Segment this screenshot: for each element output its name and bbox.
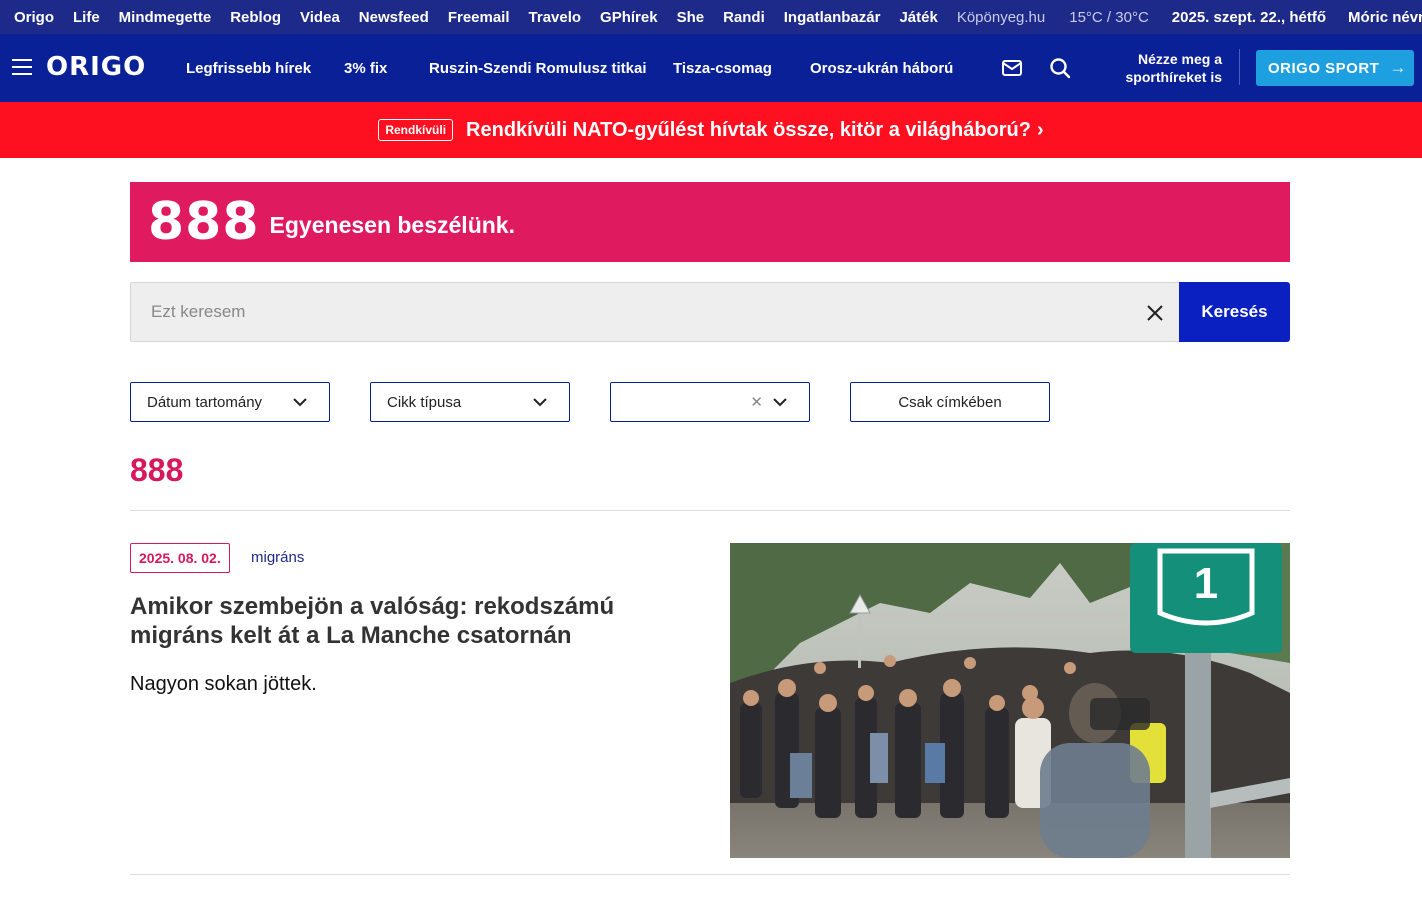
clear-icon[interactable]: ✕ <box>750 393 763 411</box>
article-date: 2025. 08. 02. <box>130 543 230 573</box>
main-header: ORIGO Legfrissebb hírek 3% fix Ruszin-Sz… <box>0 34 1422 102</box>
network-link-videa[interactable]: Videa <box>300 9 340 26</box>
network-link-randi[interactable]: Randi <box>723 9 765 26</box>
chevron-down-icon <box>293 398 307 407</box>
network-link-travelo[interactable]: Travelo <box>529 9 582 26</box>
article-category-link[interactable]: migráns <box>251 549 304 566</box>
network-link-life[interactable]: Life <box>73 9 100 26</box>
article-title[interactable]: Amikor szembejön a valóság: rekodszámú m… <box>130 592 690 650</box>
nav-item-latest[interactable]: Legfrissebb hírek <box>186 60 311 77</box>
sport-cta-text: Nézze meg a sporthíreket is <box>1125 51 1222 85</box>
network-link-koponyeg[interactable]: Köpönyeg.hu <box>957 9 1045 26</box>
network-link-ingatlanbazar[interactable]: Ingatlanbazár <box>784 9 881 26</box>
road-sign-number: 1 <box>1194 559 1218 608</box>
search-box <box>130 282 1180 342</box>
banner-slogan: Egyenesen beszélünk. <box>269 211 515 238</box>
site-logo[interactable]: ORIGO <box>46 52 146 82</box>
search-button[interactable]: Keresés <box>1179 282 1290 342</box>
network-bar: Origo Life Mindmegette Reblog Videa News… <box>0 0 1422 34</box>
tags-only-label: Csak címkében <box>898 393 1002 411</box>
breaking-tag: Rendkívüli <box>378 119 454 141</box>
nav-item-tisza-csomag[interactable]: Tisza-csomag <box>673 60 772 77</box>
network-link-newsfeed[interactable]: Newsfeed <box>359 9 429 26</box>
network-link-gphirek[interactable]: GPhírek <box>600 9 658 26</box>
nav-item-ruszin-szendi[interactable]: Ruszin-Szendi Romulusz titkai <box>429 60 647 77</box>
origo-sport-button[interactable]: ORIGO SPORT → <box>1256 50 1414 86</box>
network-link-origo[interactable]: Origo <box>14 9 54 26</box>
article-type-label: Cikk típusa <box>387 393 462 411</box>
breaking-news-bar[interactable]: Rendkívüli Rendkívüli NATO-gyűlést hívta… <box>0 102 1422 158</box>
divider <box>130 510 1290 511</box>
network-link-freemail[interactable]: Freemail <box>448 9 510 26</box>
network-link-she[interactable]: She <box>677 9 705 26</box>
chevron-right-icon: › <box>1036 118 1044 141</box>
brand-888-logo: 888 <box>148 192 260 252</box>
chevron-down-icon <box>533 398 547 407</box>
nav-item-russia-ukraine-war[interactable]: Orosz-ukrán háború <box>810 60 953 77</box>
date-range-select[interactable]: Dátum tartomány <box>130 382 330 422</box>
menu-icon[interactable] <box>12 59 32 75</box>
third-filter-select[interactable]: ✕ <box>610 382 810 422</box>
chevron-down-icon <box>773 398 787 407</box>
section-title: 888 <box>130 452 184 488</box>
article-type-select[interactable]: Cikk típusa <box>370 382 570 422</box>
search-input[interactable] <box>151 283 1131 341</box>
date-range-label: Dátum tartomány <box>147 393 263 411</box>
nameday: Móric névnapja <box>1348 8 1422 26</box>
article-image[interactable]: 1 <box>730 543 1290 858</box>
network-link-reblog[interactable]: Reblog <box>230 9 281 26</box>
divider <box>1239 49 1240 85</box>
weather-readout: 15°C / 30°C <box>1069 8 1149 26</box>
article-lead: Nagyon sokan jöttek. <box>130 673 317 695</box>
tags-only-toggle[interactable]: Csak címkében <box>850 382 1050 422</box>
close-icon[interactable] <box>1145 303 1165 323</box>
breaking-headline[interactable]: Rendkívüli NATO-gyűlést hívtak össze, ki… <box>466 119 1031 142</box>
tag-banner: 888 Egyenesen beszélünk. <box>130 182 1290 262</box>
current-date: 2025. szept. 22., hétfő <box>1171 8 1327 26</box>
origo-sport-label: ORIGO SPORT <box>1268 59 1380 77</box>
network-link-mindmegette[interactable]: Mindmegette <box>119 9 212 26</box>
arrow-right-icon: → <box>1389 58 1407 77</box>
divider <box>130 874 1290 875</box>
network-link-jatek[interactable]: Játék <box>899 9 937 26</box>
nav-item-3-fix[interactable]: 3% fix <box>344 60 387 77</box>
mail-icon[interactable] <box>1000 56 1024 80</box>
search-icon[interactable] <box>1048 56 1072 80</box>
